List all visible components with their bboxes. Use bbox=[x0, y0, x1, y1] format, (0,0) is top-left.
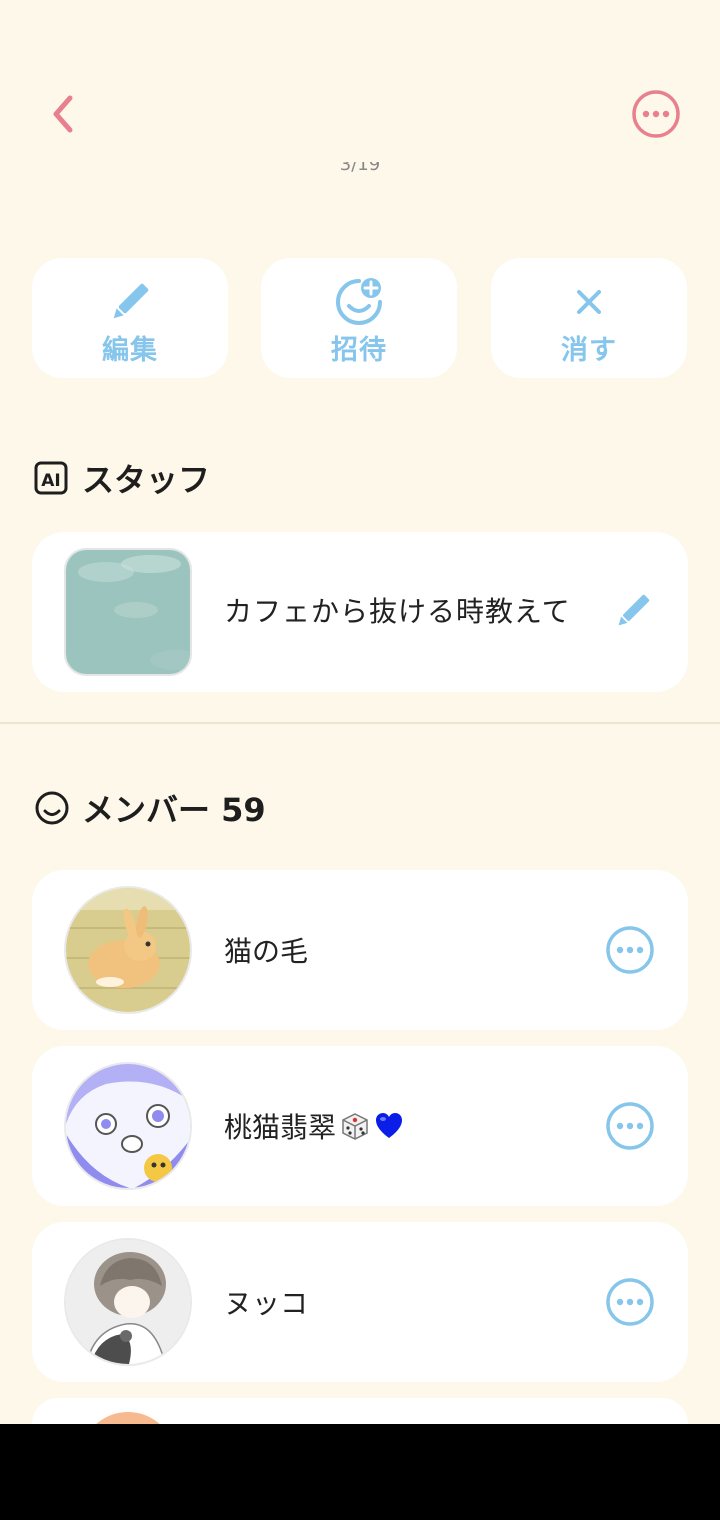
member-name-text: 猫の毛 bbox=[224, 935, 309, 968]
dice-emoji bbox=[342, 1113, 368, 1140]
more-horizontal-icon bbox=[632, 90, 680, 138]
back-button[interactable] bbox=[40, 90, 88, 138]
more-horizontal-icon bbox=[606, 1102, 654, 1150]
member-more-button[interactable] bbox=[604, 1100, 656, 1152]
member-more-button[interactable] bbox=[604, 1276, 656, 1328]
svg-text:AI: AI bbox=[41, 471, 60, 491]
subtitle-fragment: 3/19 bbox=[339, 162, 381, 175]
edit-label: 編集 bbox=[102, 335, 158, 366]
action-row: 編集 招待 消す bbox=[32, 258, 688, 380]
ai-badge-icon: AI bbox=[34, 461, 68, 495]
members-title-text: メンバー 59 bbox=[82, 791, 266, 829]
avatar bbox=[64, 1238, 192, 1366]
member-item-partial[interactable] bbox=[32, 1398, 688, 1424]
delete-label: 消す bbox=[561, 335, 617, 366]
pencil-icon bbox=[113, 283, 149, 319]
delete-button[interactable]: 消す bbox=[491, 258, 687, 378]
member-name: 桃猫翡翠 bbox=[224, 1106, 404, 1146]
more-options-button[interactable] bbox=[630, 88, 682, 140]
avatar bbox=[64, 1062, 192, 1190]
more-horizontal-icon bbox=[606, 1278, 654, 1326]
blue-heart-emoji bbox=[376, 1113, 403, 1138]
header: 3/19 bbox=[0, 0, 720, 230]
staff-section-title: AI スタッフ bbox=[34, 456, 210, 500]
section-divider bbox=[0, 722, 720, 724]
staff-edit-button[interactable] bbox=[610, 588, 656, 634]
member-name: ヌッコ bbox=[224, 1282, 308, 1322]
member-more-button[interactable] bbox=[604, 924, 656, 976]
invite-label: 招待 bbox=[331, 335, 387, 366]
more-horizontal-icon bbox=[606, 926, 654, 974]
avatar bbox=[64, 886, 192, 1014]
member-name-text: 桃猫翡翠 bbox=[224, 1111, 337, 1144]
member-item[interactable]: ヌッコ bbox=[32, 1222, 688, 1382]
member-item[interactable]: 猫の毛 bbox=[32, 870, 688, 1030]
chevron-left-icon bbox=[53, 95, 73, 133]
member-name-text: ヌッコ bbox=[224, 1287, 309, 1320]
close-icon bbox=[577, 290, 601, 314]
staff-title-text: スタッフ bbox=[82, 461, 211, 499]
smiley-plus-icon bbox=[336, 278, 382, 325]
smiley-icon bbox=[35, 791, 69, 825]
member-name: 猫の毛 bbox=[224, 930, 308, 970]
members-section-title: メンバー 59 bbox=[34, 786, 266, 830]
avatar bbox=[80, 1412, 176, 1424]
invite-button[interactable]: 招待 bbox=[261, 258, 457, 378]
staff-thumbnail bbox=[64, 548, 192, 676]
pencil-icon bbox=[618, 594, 650, 626]
edit-button[interactable]: 編集 bbox=[32, 258, 228, 378]
staff-message: カフェから抜ける時教えて bbox=[224, 595, 571, 628]
system-navigation-bar bbox=[0, 1424, 720, 1520]
staff-item[interactable]: カフェから抜ける時教えて bbox=[32, 532, 688, 692]
member-item[interactable]: 桃猫翡翠 bbox=[32, 1046, 688, 1206]
